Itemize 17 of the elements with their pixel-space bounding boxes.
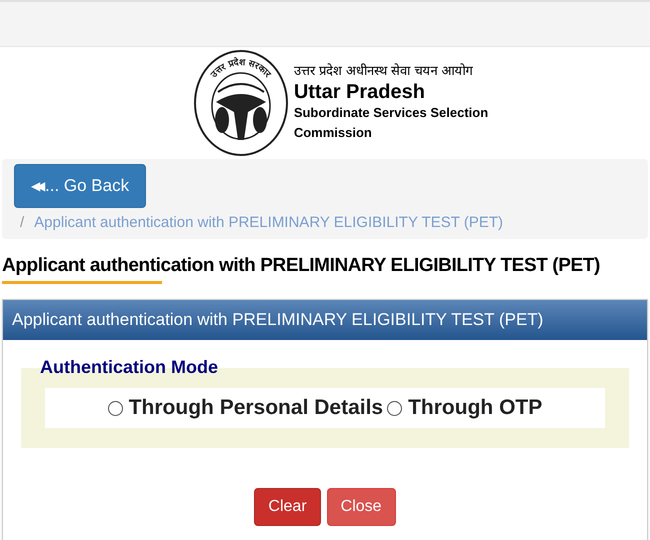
back-icon: ◀◀: [31, 177, 41, 195]
radio-button[interactable]: [387, 400, 402, 416]
clear-button[interactable]: Clear: [254, 488, 321, 526]
go-back-button[interactable]: ◀◀ ... Go Back: [14, 164, 146, 208]
page-heading: Applicant authentication with PRELIMINARY ELIGIBILITY TEST (PET): [2, 254, 601, 278]
hindi-name: उत्तर प्रदेश अधीनस्थ सेवा चयन आयोग: [294, 63, 474, 81]
commission-subtitle: Commission: [294, 124, 373, 142]
breadcrumb-separator: /: [20, 213, 24, 233]
commission-subtitle: Subordinate Services Selection: [294, 104, 488, 122]
breadcrumb-link[interactable]: Applicant authentication with PRELIMINARY ELIGIBILITY TEST (PET): [34, 212, 503, 234]
radio-label: Through OTP: [408, 395, 542, 422]
radio-label: Through Personal Details: [128, 395, 384, 422]
commission-title: Uttar Pradesh: [294, 81, 426, 103]
close-button[interactable]: Close: [326, 488, 396, 526]
fieldset-legend: Authentication Mode: [40, 356, 218, 378]
panel-header: Applicant authentication with PRELIMINARY ELIGIBILITY TEST (PET): [3, 300, 647, 340]
radio-button[interactable]: [108, 400, 123, 416]
